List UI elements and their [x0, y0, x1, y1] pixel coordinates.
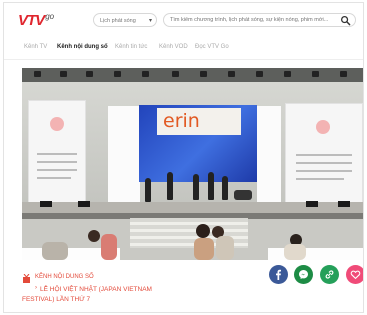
performer — [167, 172, 173, 200]
search-box[interactable] — [163, 13, 356, 27]
schedule-label: Lịch phát sóng — [100, 18, 136, 24]
channel-name[interactable]: KÊNH NỘI DUNG SỐ — [35, 274, 94, 280]
audience — [22, 224, 363, 260]
messenger-icon — [299, 270, 308, 279]
favorite-button[interactable] — [346, 265, 363, 284]
nav-item-kenh-vod[interactable]: Kênh VOD — [159, 44, 188, 50]
banner-right — [285, 103, 363, 210]
schedule-dropdown[interactable]: Lịch phát sóng ▾ — [93, 13, 157, 27]
heart-icon — [350, 270, 361, 280]
search-input[interactable] — [170, 15, 330, 25]
page-frame: VTVgo Lịch phát sóng ▾ Kênh TV Kênh nội … — [3, 2, 364, 313]
nav-item-kenh-noi-dung-so[interactable]: Kênh nội dung số — [57, 44, 108, 50]
facebook-icon — [276, 269, 281, 280]
drum-kit — [234, 190, 252, 200]
broadcast-icon — [23, 274, 30, 283]
search-icon[interactable] — [340, 15, 351, 26]
link-icon — [325, 270, 334, 279]
logo-suffix: go — [45, 12, 55, 21]
performer — [193, 174, 199, 200]
messenger-share-button[interactable] — [294, 265, 313, 284]
banner-left — [28, 100, 86, 210]
nav-item-doc-vtv-go[interactable]: Đọc VTV Go — [195, 44, 229, 50]
vtvgo-logo[interactable]: VTVgo — [18, 12, 55, 29]
chevron-right-icon: › — [35, 285, 37, 291]
stage-screen: erin — [139, 105, 257, 182]
program-title-line1[interactable]: LỄ HỘI VIỆT NHẬT (JAPAN VIETNAM — [40, 284, 210, 296]
performer — [145, 178, 151, 202]
performer — [208, 172, 214, 200]
copy-link-button[interactable] — [320, 265, 339, 284]
logo-text: VTV — [18, 12, 45, 29]
chevron-down-icon: ▾ — [148, 18, 152, 24]
program-title-line2[interactable]: FESTIVAL) LẦN THỨ 7 — [22, 296, 90, 303]
channel-nav: Kênh TV Kênh nội dung số Kênh tin tức Kê… — [4, 37, 363, 60]
stage-ceiling — [22, 68, 363, 82]
facebook-share-button[interactable] — [269, 265, 288, 284]
screen-text: erin — [163, 110, 200, 132]
nav-item-kenh-tin-tuc[interactable]: Kênh tin tức — [115, 44, 147, 50]
performer — [222, 176, 228, 200]
header: VTVgo Lịch phát sóng ▾ — [4, 3, 363, 37]
video-player[interactable]: erin — [22, 68, 363, 260]
nav-item-kenh-tv[interactable]: Kênh TV — [24, 44, 47, 50]
